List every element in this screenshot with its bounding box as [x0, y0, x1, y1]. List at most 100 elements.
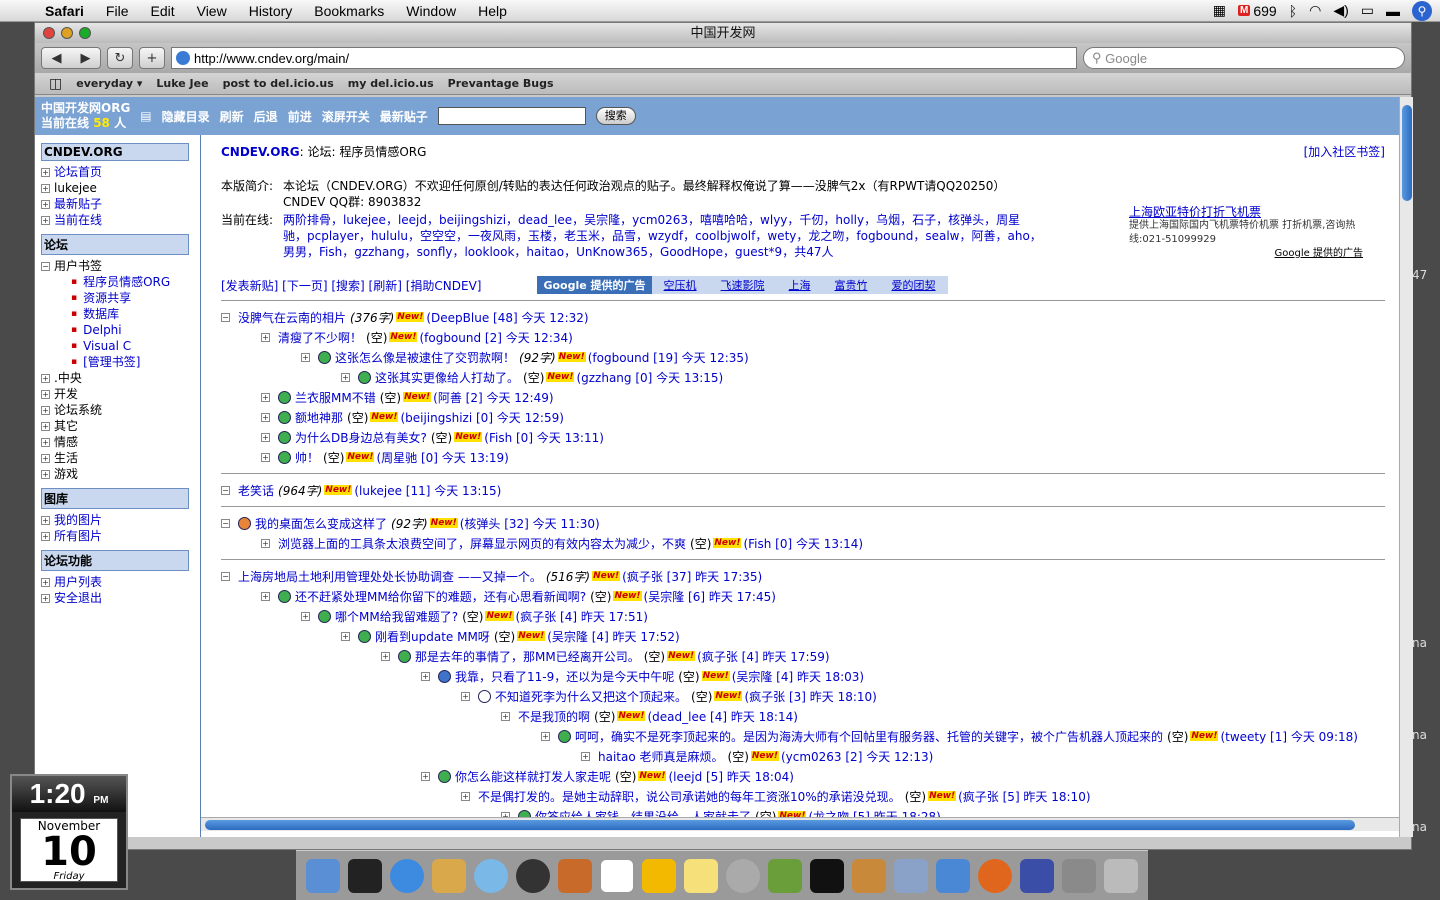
thread-title[interactable]: 没脾气在云南的相片 [238, 309, 346, 326]
sidebar-function-item[interactable]: + 用户列表 [41, 574, 194, 590]
sidebar-item-label[interactable]: 论坛系统 [54, 402, 102, 418]
clock-widget[interactable]: 1:20 PM November 10 Friday [10, 774, 128, 890]
expand-icon[interactable]: + [261, 412, 270, 422]
thread-title[interactable]: 那是去年的事情了，那MM已经离开公司。 [415, 648, 640, 665]
office-icon[interactable] [642, 858, 676, 893]
join-bookmark-link[interactable]: [加入社区书签] [1304, 143, 1385, 160]
sidebar-forum-item[interactable]: + .中央 [41, 370, 194, 386]
mail-status[interactable]: M 699 [1238, 3, 1277, 19]
expand-icon[interactable]: + [501, 711, 510, 721]
menu-help[interactable]: Help [467, 3, 518, 19]
thread-author-info[interactable]: (fogbound [19] 今天 12:35) [588, 349, 749, 366]
sidebar-bookmark-item[interactable]: [管理书签] [41, 354, 194, 370]
expand-icon[interactable]: + [461, 791, 470, 801]
reload-button[interactable]: ↻ [107, 47, 133, 69]
google-ad-link[interactable]: 上海 [777, 276, 823, 294]
forward-link[interactable]: 前进 [288, 108, 312, 125]
sidebar-item-label[interactable]: 情感 [54, 434, 78, 450]
horizontal-scrollbar[interactable] [201, 817, 1399, 831]
expand-icon[interactable]: + [261, 332, 270, 342]
thread-title[interactable]: 刚看到update MM呀 [375, 628, 490, 645]
sidebar-item-label[interactable]: 当前在线 [54, 212, 102, 228]
expand-icon[interactable]: + [41, 373, 50, 383]
thread-author-info[interactable]: (leejd [5] 昨天 18:04) [668, 768, 793, 785]
bookmark-prevantage-bugs[interactable]: Prevantage Bugs [448, 77, 554, 90]
menu-bookmarks[interactable]: Bookmarks [303, 3, 395, 19]
bookmark-post-delicious[interactable]: post to del.icio.us [223, 77, 334, 90]
bookmark-my-delicious[interactable]: my del.icio.us [348, 77, 434, 90]
expand-icon[interactable]: + [41, 215, 50, 225]
thread-author-info[interactable]: (fogbound [2] 今天 12:34) [419, 329, 572, 346]
sidebar-bookmark-item[interactable]: 资源共享 [41, 290, 194, 306]
address-bar[interactable]: http://www.cndev.org/main/ [171, 47, 1077, 69]
volume-icon[interactable]: ◀) [1333, 2, 1348, 19]
flag-icon[interactable]: ▬ [1386, 3, 1400, 19]
menu-window[interactable]: Window [395, 3, 467, 19]
thread-author-info[interactable]: (核弹头 [32] 今天 11:30) [460, 515, 600, 532]
menu-edit[interactable]: Edit [139, 3, 185, 19]
expand-icon[interactable]: + [261, 432, 270, 442]
thread-author-info[interactable]: (ycm0263 [2] 今天 12:13) [781, 748, 933, 765]
hide-menu-link[interactable]: 隐藏目录 [162, 108, 210, 125]
itunes-icon[interactable] [474, 858, 508, 893]
trash-icon[interactable] [1104, 858, 1138, 893]
expand-icon[interactable]: + [41, 421, 50, 431]
menu-file[interactable]: File [95, 3, 140, 19]
add-bookmark-button[interactable]: + [139, 47, 165, 69]
sidebar-forum-item[interactable]: + 论坛系统 [41, 402, 194, 418]
photo-icon[interactable] [558, 858, 592, 893]
thread-title[interactable]: 兰衣服MM不错 [295, 389, 376, 406]
thread-author-info[interactable]: (tweety [1] 今天 09:18) [1220, 728, 1357, 745]
thread-title[interactable]: 这张其实更像给人打劫了。 [375, 369, 519, 386]
sidebar-item-label[interactable]: 开发 [54, 386, 78, 402]
thread-author-info[interactable]: (吴宗隆 [4] 昨天 17:52) [547, 628, 679, 645]
expand-icon[interactable]: + [461, 691, 470, 701]
thread-title[interactable]: 老笑话 [238, 482, 274, 499]
google-search-field[interactable]: ⚲ Google [1083, 47, 1405, 69]
vertical-scrollbar[interactable] [1399, 97, 1413, 837]
expand-icon[interactable]: + [41, 469, 50, 479]
forward-arrow-icon[interactable]: ▶ [81, 51, 91, 66]
thread-author-info[interactable]: (阿善 [2] 今天 12:49) [433, 389, 553, 406]
safari-icon[interactable] [390, 858, 424, 893]
thread-title[interactable]: 还不赶紧处理MM给你留下的难题，还有心思看新闻啊? [295, 588, 586, 605]
thread-title[interactable]: haitao 老师真是麻烦。 [598, 748, 724, 765]
thread-title[interactable]: 不是偶打发的。是她主动辞职，说公司承诺她的每年工资涨10%的承诺没兑现。 [478, 788, 901, 805]
thread-author-info[interactable]: (gzzhang [0] 今天 13:15) [576, 369, 723, 386]
thread-title[interactable]: 不知道死李为什么又把这个顶起来。 [495, 688, 687, 705]
horizontal-scroll-thumb[interactable] [205, 820, 1355, 830]
expand-icon[interactable]: + [341, 631, 350, 641]
collapse-icon[interactable]: − [221, 571, 230, 581]
brand-link[interactable]: CNDEV.ORG [221, 145, 300, 159]
expand-icon[interactable]: + [261, 538, 270, 548]
messenger-icon[interactable] [936, 858, 970, 893]
camera-icon[interactable] [516, 858, 550, 893]
thread-author-info[interactable]: (疯子张 [5] 昨天 18:10) [958, 788, 1090, 805]
sidebar-item-label[interactable]: 论坛首页 [54, 164, 102, 180]
ad-google-link[interactable]: Google 提供的广告 [1129, 247, 1363, 261]
thread-author-info[interactable]: (疯子张 [3] 昨天 18:10) [744, 688, 876, 705]
sidebar-item-label[interactable]: 生活 [54, 450, 78, 466]
back-arrow-icon[interactable]: ◀ [52, 51, 62, 66]
toggle-menu-icon[interactable]: ▤ [140, 109, 151, 123]
thread-title[interactable]: 不是我顶的啊 [518, 708, 590, 725]
sidebar-item-label[interactable]: 安全退出 [54, 590, 102, 606]
thread-title[interactable]: 哪个MM给我留难题了? [335, 608, 458, 625]
address-book-icon[interactable] [432, 858, 466, 893]
expand-icon[interactable]: + [41, 593, 50, 603]
forum-search-input[interactable] [437, 107, 586, 125]
terminal-icon[interactable] [348, 858, 382, 893]
latest-posts-link[interactable]: 最新贴子 [380, 108, 428, 125]
finder-icon[interactable] [306, 858, 340, 893]
sidebar-bookmark-item[interactable]: Delphi [41, 322, 194, 338]
sidebar-item-label[interactable]: 用户书签 [54, 258, 102, 274]
expand-icon[interactable]: + [41, 389, 50, 399]
sidebar-function-item[interactable]: + 安全退出 [41, 590, 194, 606]
sidebar-item-label[interactable]: 其它 [54, 418, 78, 434]
thread-title[interactable]: 我的桌面怎么变成这样了 [255, 515, 387, 532]
thread-author-info[interactable]: (周星驰 [0] 今天 13:19) [376, 449, 508, 466]
expand-icon[interactable]: + [261, 392, 270, 402]
expand-icon[interactable]: + [41, 183, 50, 193]
expand-icon[interactable]: + [41, 531, 50, 541]
sidebar-forum-item[interactable]: + 其它 [41, 418, 194, 434]
